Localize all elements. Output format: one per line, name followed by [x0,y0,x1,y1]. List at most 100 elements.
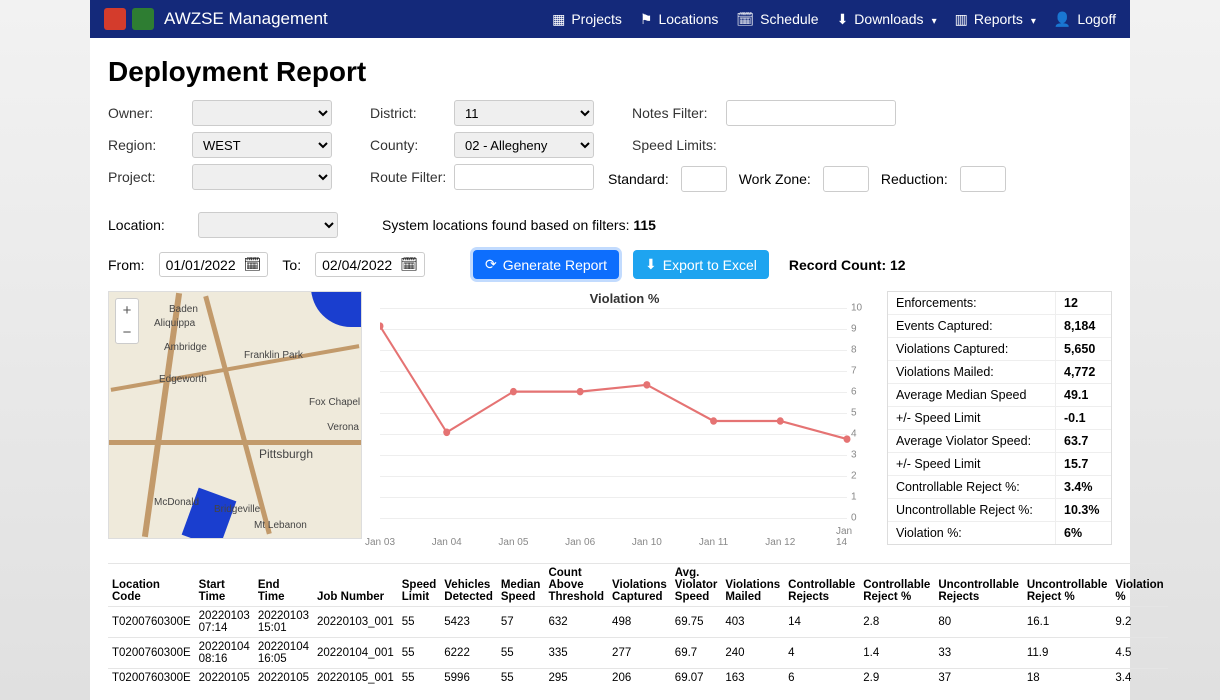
column-header[interactable]: Location Code [108,564,195,607]
nav-links: ▦Projects ⚑Locations 🗓Schedule ⬇Download… [552,11,1116,28]
region-label: Region: [108,137,188,153]
county-select[interactable]: 02 - Allegheny [454,132,594,158]
location-select[interactable] [198,212,338,238]
logo-2 [132,8,154,30]
district-label: District: [370,105,450,121]
page-title: Deployment Report [108,56,1112,88]
stats-row: Violations Mailed:4,772 [888,361,1111,384]
stats-value: 6% [1055,522,1111,544]
flag-icon: ⚑ [640,11,653,28]
project-label: Project: [108,169,188,185]
map-place-label: Ambridge [164,342,207,353]
record-count: Record Count: 12 [789,257,906,273]
district-select[interactable]: 11 [454,100,594,126]
nav-downloads[interactable]: ⬇Downloads [837,11,937,28]
notes-label: Notes Filter: [632,105,722,121]
stats-value: 3.4% [1055,476,1111,498]
to-date-input[interactable]: 02/04/2022 🗓 [315,252,425,277]
column-header[interactable]: Median Speed [497,564,545,607]
nav-projects[interactable]: ▦Projects [552,11,622,28]
speedlimits-label: Speed Limits: [632,137,722,153]
county-label: County: [370,137,450,153]
speed-limit-row: Standard: Work Zone: Reduction: [608,166,1112,192]
bar-chart-icon: ▥ [955,11,968,28]
violation-chart: Violation % 012345678910Jan 03Jan 04Jan … [380,291,869,545]
table-row: T0200760300E202201052022010520220105_001… [108,669,1168,688]
column-header[interactable]: Violation % [1111,564,1167,607]
column-header[interactable]: Violations Mailed [721,564,784,607]
column-header[interactable]: Uncontrollable Rejects [934,564,1023,607]
generate-report-button[interactable]: ⟳ Generate Report [473,250,619,279]
refresh-icon: ⟳ [485,256,497,273]
column-header[interactable]: End Time [254,564,313,607]
projects-icon: ▦ [552,11,565,28]
map-place-label: McDonald [154,497,199,508]
table-header-row: Location CodeStart TimeEnd TimeJob Numbe… [108,564,1168,607]
column-header[interactable]: Count Above Threshold [544,564,608,607]
column-header[interactable]: Job Number [313,564,398,607]
stats-label: Average Violator Speed: [888,430,1055,452]
map[interactable]: + − Baden Aliquippa Ambridge Franklin Pa… [108,291,362,539]
column-header[interactable]: Start Time [195,564,254,607]
stats-value: 8,184 [1055,315,1111,337]
region-select[interactable]: WEST [192,132,332,158]
standard-input[interactable] [681,166,727,192]
stats-row: Average Violator Speed:63.7 [888,430,1111,453]
stats-row: +/- Speed Limit-0.1 [888,407,1111,430]
column-header[interactable]: Violations Captured [608,564,671,607]
map-place-label: Edgeworth [159,374,207,385]
stats-value: -0.1 [1055,407,1111,429]
download-icon: ⬇ [837,11,849,28]
workzone-label: Work Zone: [739,171,811,187]
nav-schedule[interactable]: 🗓Schedule [736,11,818,28]
brand-title: AWZSE Management [164,9,328,29]
stats-row: +/- Speed Limit15.7 [888,453,1111,476]
table-row: T0200760300E20220104 08:1620220104 16:05… [108,638,1168,669]
stats-row: Violations Captured:5,650 [888,338,1111,361]
reduction-label: Reduction: [881,171,948,187]
navbar: AWZSE Management ▦Projects ⚑Locations 🗓S… [90,0,1130,38]
date-row: From: 01/01/2022 🗓 To: 02/04/2022 🗓 ⟳ Ge… [108,250,1112,279]
export-excel-button[interactable]: ⬇ Export to Excel [633,250,769,279]
zoom-out-button[interactable]: − [116,321,138,343]
zoom-in-button[interactable]: + [116,299,138,321]
owner-select[interactable] [192,100,332,126]
column-header[interactable]: Controllable Reject % [859,564,934,607]
stats-label: Enforcements: [888,292,1055,314]
stats-table: Enforcements:12Events Captured:8,184Viol… [887,291,1112,545]
map-place-label: Aliquippa [154,318,195,329]
stats-value: 63.7 [1055,430,1111,452]
to-label: To: [282,257,301,273]
locations-found-text: System locations found based on filters:… [382,217,656,233]
map-place-label: Pittsburgh [259,447,313,461]
from-label: From: [108,257,145,273]
from-date-input[interactable]: 01/01/2022 🗓 [159,252,269,277]
column-header[interactable]: Speed Limit [398,564,441,607]
column-header[interactable]: Uncontrollable Reject % [1023,564,1112,607]
workzone-input[interactable] [823,166,869,192]
column-header[interactable]: Avg. Violator Speed [671,564,722,607]
calendar-icon: 🗓 [244,256,262,273]
chevron-down-icon [1029,11,1036,27]
stats-label: +/- Speed Limit [888,453,1055,475]
stats-label: +/- Speed Limit [888,407,1055,429]
route-input[interactable] [454,164,594,190]
column-header[interactable]: Controllable Rejects [784,564,859,607]
map-place-label: Franklin Park [244,350,303,361]
data-table: Location CodeStart TimeEnd TimeJob Numbe… [108,563,1168,687]
project-select[interactable] [192,164,332,190]
chevron-down-icon [930,11,937,27]
user-icon: 👤 [1054,11,1071,28]
reduction-input[interactable] [960,166,1006,192]
map-place-label: Verona [327,422,359,433]
nav-reports[interactable]: ▥Reports [955,11,1036,28]
stats-label: Violations Captured: [888,338,1055,360]
download-icon: ⬇ [645,256,657,273]
stats-label: Violations Mailed: [888,361,1055,383]
column-header[interactable]: Vehicles Detected [440,564,497,607]
nav-locations[interactable]: ⚑Locations [640,11,719,28]
location-label: Location: [108,217,188,233]
nav-logoff[interactable]: 👤Logoff [1054,11,1116,28]
stats-row: Average Median Speed49.1 [888,384,1111,407]
notes-input[interactable] [726,100,896,126]
